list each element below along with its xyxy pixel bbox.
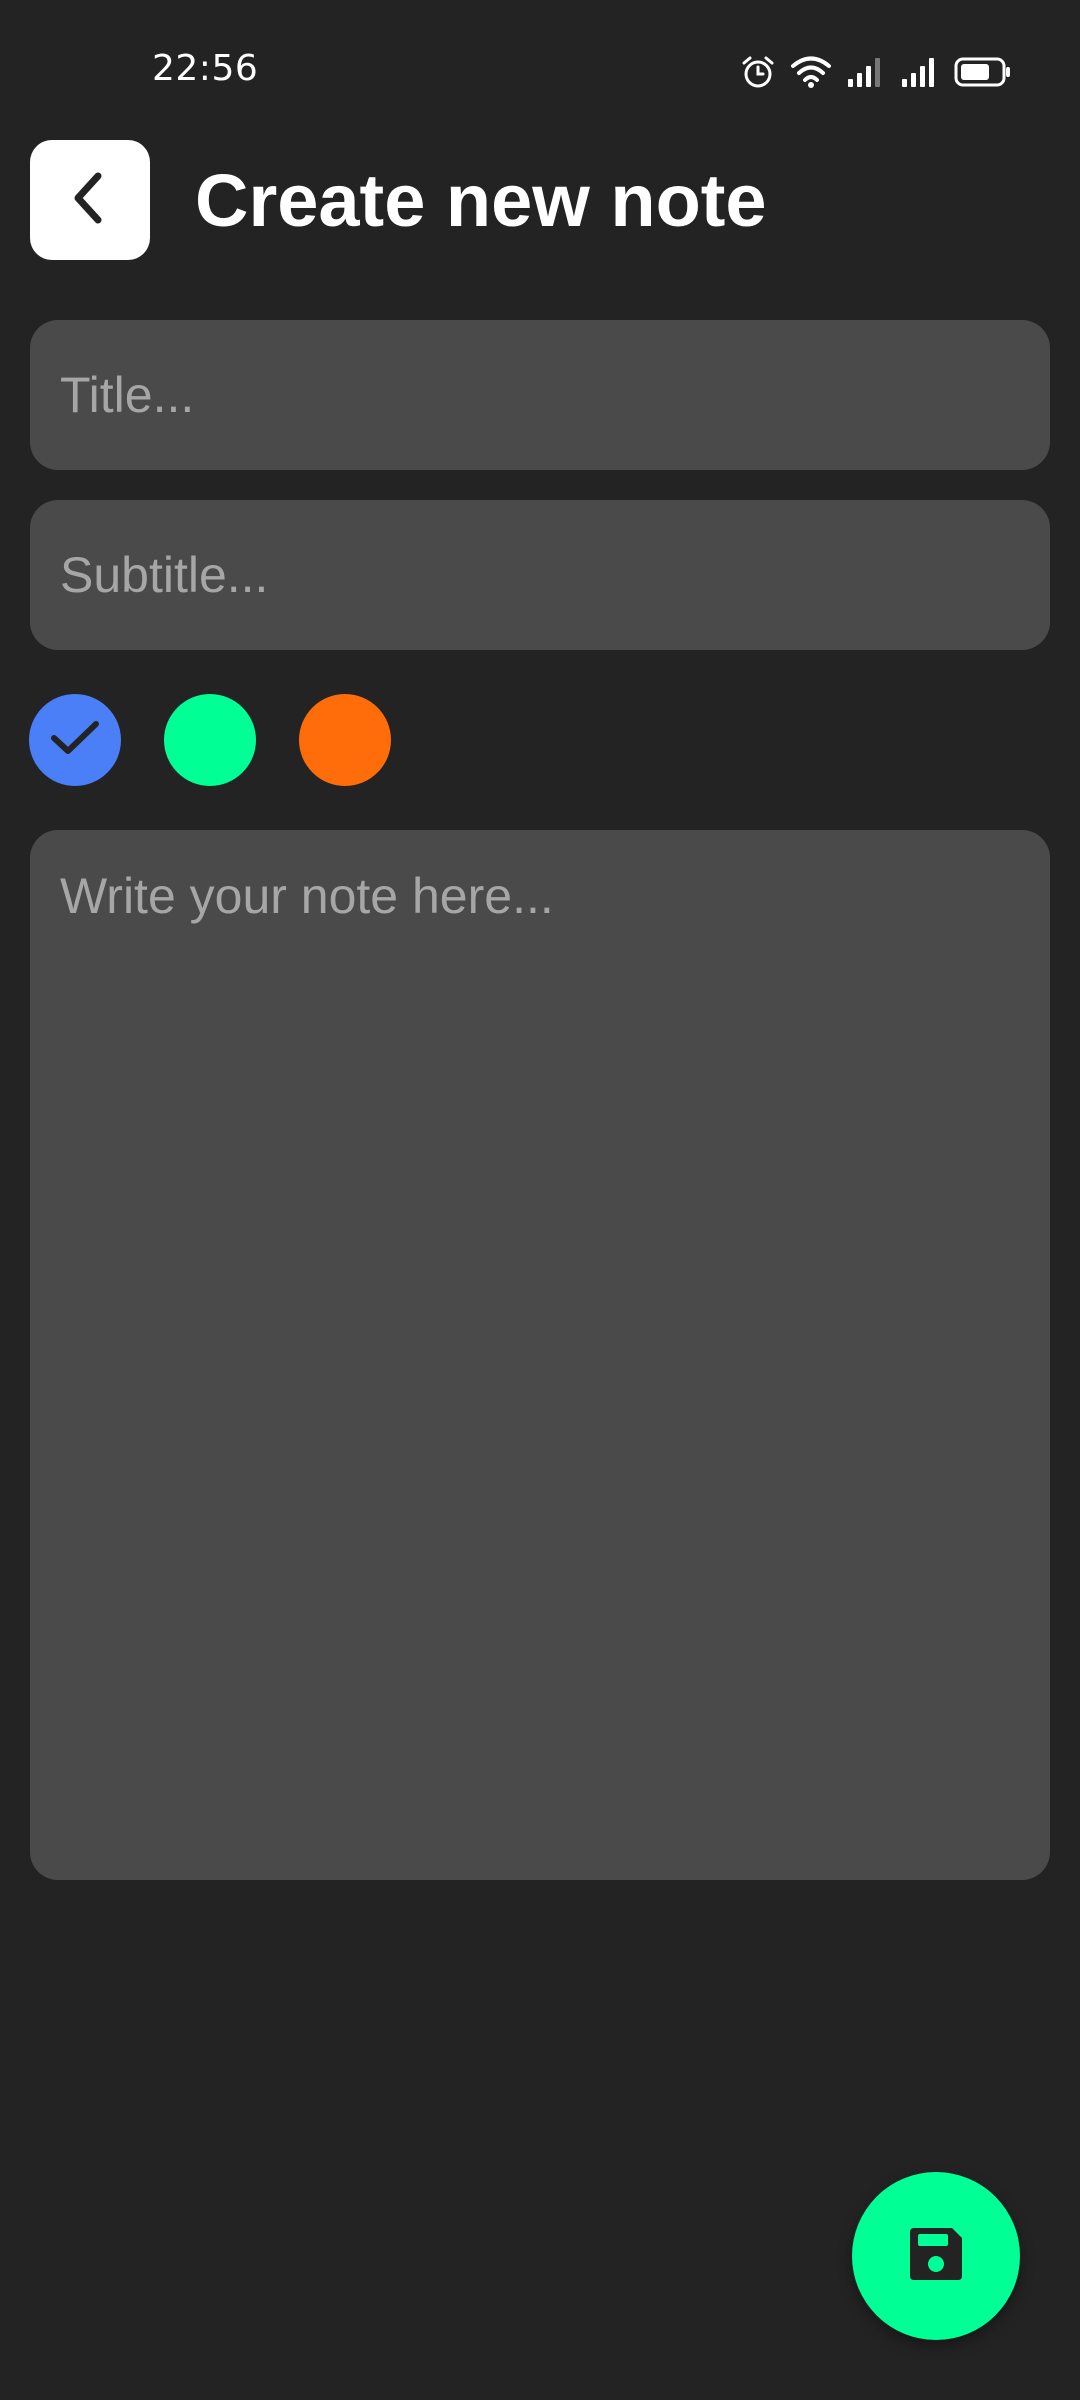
battery-icon xyxy=(954,56,1012,88)
wifi-icon xyxy=(790,54,832,90)
save-icon xyxy=(906,2224,966,2289)
note-body-input[interactable] xyxy=(30,830,1050,1880)
status-icons xyxy=(740,50,1012,94)
status-time: 22:56 xyxy=(152,48,259,89)
create-note-screen: 22:56 Create new note Title... Subtitle.… xyxy=(0,0,1080,2400)
signal-sim1-icon xyxy=(846,55,886,89)
save-button[interactable] xyxy=(852,2172,1020,2340)
signal-sim2-icon xyxy=(900,55,940,89)
status-bar: 22:56 xyxy=(0,0,1080,130)
chevron-left-icon xyxy=(66,170,114,231)
subtitle-input[interactable] xyxy=(30,500,1050,650)
color-option-orange[interactable] xyxy=(299,694,391,786)
checkmark-icon xyxy=(49,718,101,763)
page-title: Create new note xyxy=(195,159,767,242)
color-option-blue[interactable] xyxy=(29,694,121,786)
color-option-green[interactable] xyxy=(164,694,256,786)
title-input[interactable] xyxy=(30,320,1050,470)
back-button[interactable] xyxy=(30,140,150,260)
alarm-icon xyxy=(740,54,776,90)
